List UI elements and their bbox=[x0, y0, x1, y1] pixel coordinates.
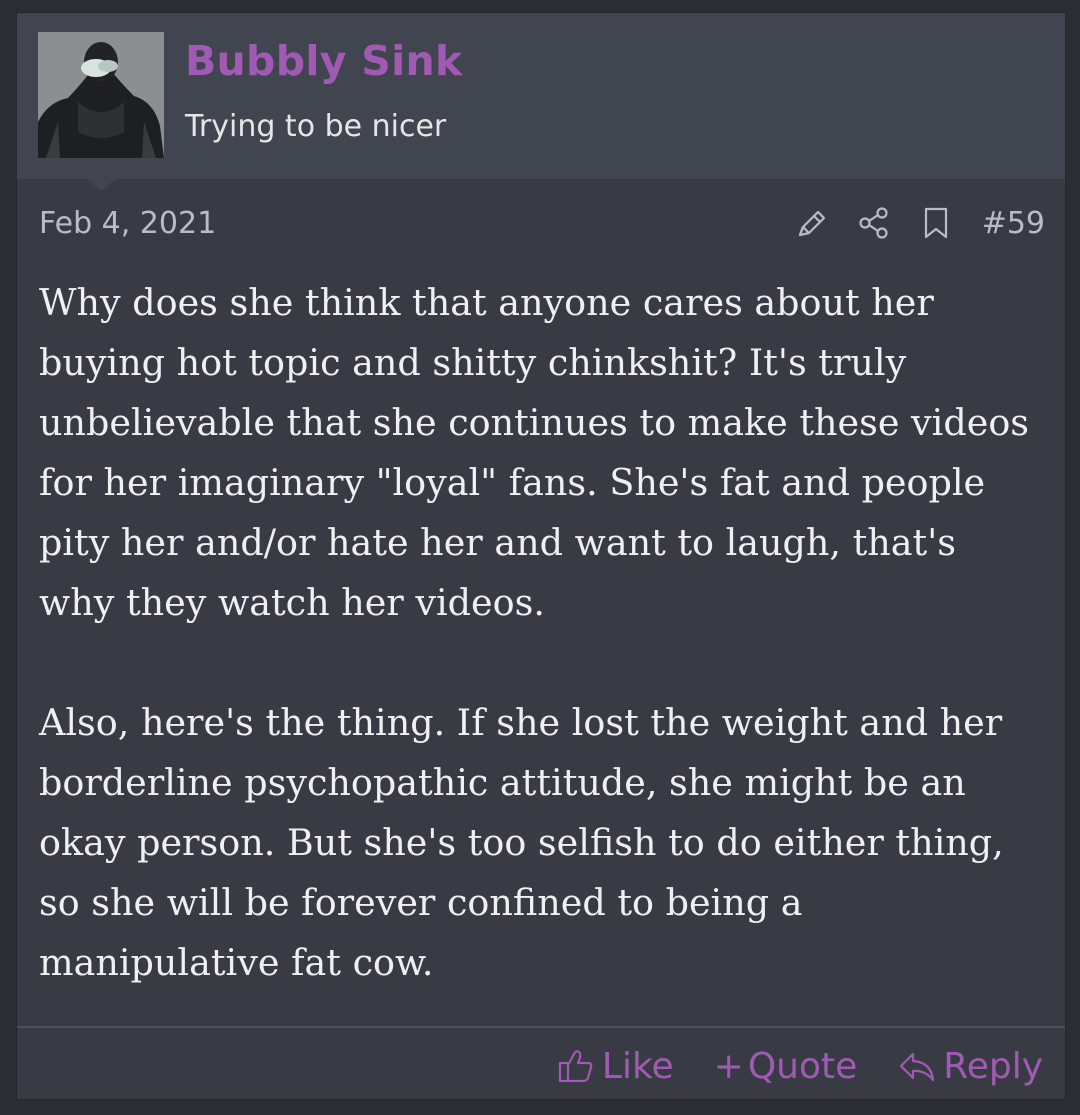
post-body: Why does she think that anyone cares abo… bbox=[39, 273, 1039, 993]
post-date[interactable]: Feb 4, 2021 bbox=[39, 206, 216, 241]
reply-button[interactable]: Reply bbox=[897, 1046, 1043, 1087]
quote-label: Quote bbox=[747, 1045, 858, 1087]
username[interactable]: Bubbly Sink bbox=[185, 37, 463, 85]
plus-icon: + bbox=[713, 1045, 744, 1087]
post-paragraph: Why does she think that anyone cares abo… bbox=[39, 281, 1030, 624]
share-icon[interactable] bbox=[854, 203, 894, 243]
bookmark-icon[interactable] bbox=[916, 203, 956, 243]
reply-label: Reply bbox=[943, 1045, 1043, 1087]
thumbs-up-icon bbox=[558, 1050, 593, 1083]
user-avatar-image bbox=[38, 32, 164, 158]
quote-button[interactable]: + Quote bbox=[714, 1046, 858, 1087]
user-title: Trying to be nicer bbox=[185, 109, 447, 144]
post-header-actions: #59 bbox=[770, 201, 1045, 245]
edit-icon[interactable] bbox=[792, 203, 832, 243]
like-label: Like bbox=[601, 1045, 674, 1087]
user-header: Bubbly Sink Trying to be nicer bbox=[17, 13, 1065, 191]
avatar[interactable] bbox=[38, 32, 164, 158]
forum-post: Bubbly Sink Trying to be nicer Feb 4, 20… bbox=[16, 12, 1066, 1100]
post-number[interactable]: #59 bbox=[982, 206, 1045, 241]
post-paragraph: Also, here's the thing. If she lost the … bbox=[39, 701, 1004, 984]
reply-icon bbox=[900, 1052, 935, 1082]
post-footer-actions: Like + Quote Reply bbox=[516, 1041, 1043, 1091]
footer-divider bbox=[17, 1026, 1065, 1028]
header-pointer bbox=[87, 179, 115, 191]
like-button[interactable]: Like bbox=[556, 1046, 674, 1087]
